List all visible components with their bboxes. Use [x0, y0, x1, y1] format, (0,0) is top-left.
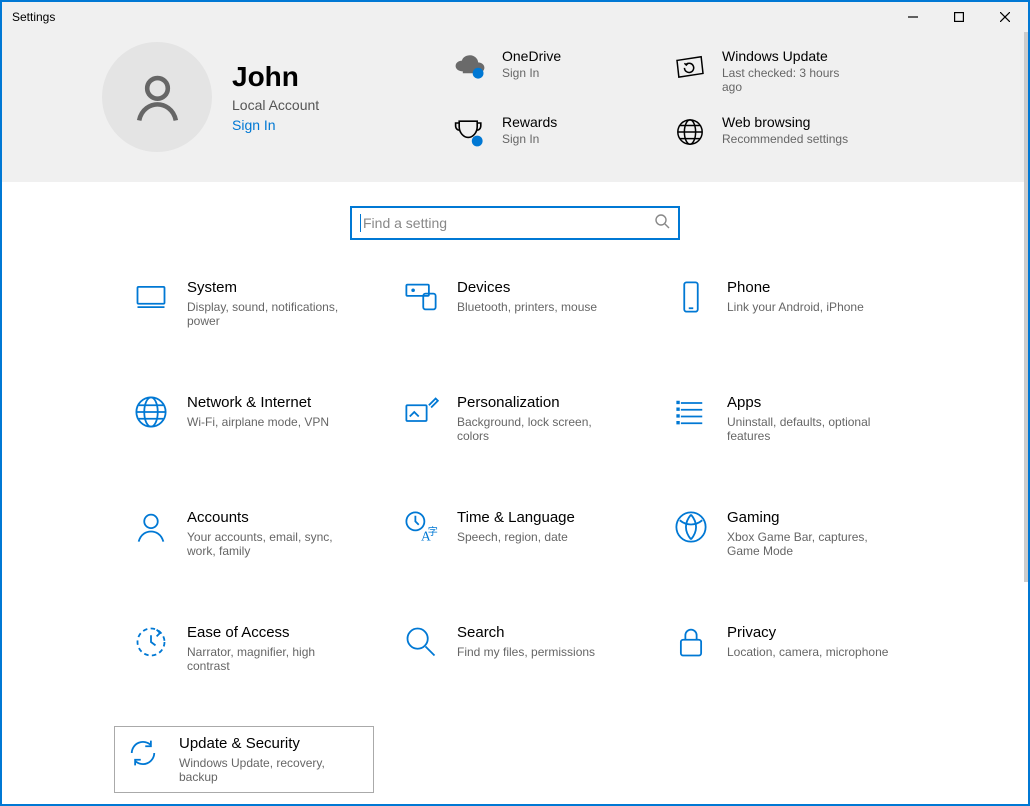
- category-personalization[interactable]: Personalization Background, lock screen,…: [392, 385, 642, 452]
- globe-icon: [133, 394, 169, 430]
- category-sub: Location, camera, microphone: [727, 645, 888, 659]
- avatar: [102, 42, 212, 152]
- user-name: John: [232, 61, 319, 93]
- privacy-icon: [673, 624, 709, 660]
- category-sub: Background, lock screen, colors: [457, 415, 627, 443]
- category-title: System: [187, 279, 357, 296]
- time-language-icon: A字: [403, 509, 439, 545]
- caret: [360, 214, 361, 232]
- category-sub: Display, sound, notifications, power: [187, 300, 357, 328]
- category-title: Ease of Access: [187, 624, 357, 641]
- titlebar: Settings: [2, 2, 1028, 32]
- globe-icon: [672, 114, 708, 150]
- header-tile-windows-update[interactable]: Windows Update Last checked: 3 hours ago: [672, 48, 882, 94]
- category-title: Accounts: [187, 509, 357, 526]
- category-phone[interactable]: Phone Link your Android, iPhone: [662, 270, 912, 337]
- category-title: Time & Language: [457, 509, 575, 526]
- category-title: Gaming: [727, 509, 897, 526]
- tile-sub: Sign In: [502, 132, 557, 146]
- category-sub: Find my files, permissions: [457, 645, 595, 659]
- tile-title: Rewards: [502, 114, 557, 130]
- search-icon: [654, 213, 670, 234]
- category-title: Update & Security: [179, 735, 349, 752]
- category-network[interactable]: Network & Internet Wi-Fi, airplane mode,…: [122, 385, 372, 452]
- personalization-icon: [403, 394, 439, 430]
- accounts-icon: [133, 509, 169, 545]
- close-button[interactable]: [982, 2, 1028, 32]
- category-time-language[interactable]: A字 Time & Language Speech, region, date: [392, 500, 642, 567]
- rewards-icon: [452, 114, 488, 150]
- category-title: Search: [457, 624, 595, 641]
- category-sub: Speech, region, date: [457, 530, 575, 544]
- search-box[interactable]: [350, 206, 680, 240]
- category-sub: Xbox Game Bar, captures, Game Mode: [727, 530, 897, 558]
- category-apps[interactable]: Apps Uninstall, defaults, optional featu…: [662, 385, 912, 452]
- category-ease-of-access[interactable]: Ease of Access Narrator, magnifier, high…: [122, 615, 372, 682]
- tile-sub: Sign In: [502, 66, 561, 80]
- sign-in-link[interactable]: Sign In: [232, 117, 319, 133]
- header-tile-rewards[interactable]: Rewards Sign In: [452, 114, 662, 150]
- header-tile-onedrive[interactable]: OneDrive Sign In: [452, 48, 662, 94]
- maximize-button[interactable]: [936, 2, 982, 32]
- minimize-button[interactable]: [890, 2, 936, 32]
- svg-text:字: 字: [428, 525, 438, 538]
- search-icon: [403, 624, 439, 660]
- category-title: Privacy: [727, 624, 888, 641]
- scrollbar[interactable]: [1014, 32, 1028, 804]
- category-sub: Uninstall, defaults, optional features: [727, 415, 897, 443]
- header: John Local Account Sign In OneDrive Sign…: [2, 32, 1028, 182]
- category-sub: Narrator, magnifier, high contrast: [187, 645, 357, 673]
- category-title: Personalization: [457, 394, 627, 411]
- tile-title: Windows Update: [722, 48, 862, 64]
- tile-sub: Last checked: 3 hours ago: [722, 66, 862, 94]
- update-icon: [125, 735, 161, 771]
- ease-of-access-icon: [133, 624, 169, 660]
- tile-sub: Recommended settings: [722, 132, 848, 146]
- category-accounts[interactable]: Accounts Your accounts, email, sync, wor…: [122, 500, 372, 567]
- user-block[interactable]: John Local Account Sign In: [42, 42, 422, 152]
- category-sub: Wi-Fi, airplane mode, VPN: [187, 415, 329, 429]
- phone-icon: [673, 279, 709, 315]
- window-title: Settings: [12, 10, 890, 24]
- category-sub: Link your Android, iPhone: [727, 300, 864, 314]
- category-system[interactable]: System Display, sound, notifications, po…: [122, 270, 372, 337]
- account-type: Local Account: [232, 97, 319, 113]
- categories-grid: System Display, sound, notifications, po…: [2, 270, 1028, 682]
- category-search[interactable]: Search Find my files, permissions: [392, 615, 642, 682]
- gaming-icon: [673, 509, 709, 545]
- scrollbar-thumb[interactable]: [1024, 32, 1028, 582]
- category-update-security[interactable]: Update & Security Windows Update, recove…: [114, 726, 374, 793]
- category-title: Network & Internet: [187, 394, 329, 411]
- category-devices[interactable]: Devices Bluetooth, printers, mouse: [392, 270, 642, 337]
- category-sub: Windows Update, recovery, backup: [179, 756, 349, 784]
- category-gaming[interactable]: Gaming Xbox Game Bar, captures, Game Mod…: [662, 500, 912, 567]
- category-title: Apps: [727, 394, 897, 411]
- category-privacy[interactable]: Privacy Location, camera, microphone: [662, 615, 912, 682]
- category-sub: Your accounts, email, sync, work, family: [187, 530, 357, 558]
- header-tile-web-browsing[interactable]: Web browsing Recommended settings: [672, 114, 882, 150]
- apps-icon: [673, 394, 709, 430]
- category-title: Phone: [727, 279, 864, 296]
- sync-icon: [672, 48, 708, 84]
- devices-icon: [403, 279, 439, 315]
- onedrive-icon: [452, 48, 488, 84]
- search-input[interactable]: [363, 215, 654, 231]
- category-title: Devices: [457, 279, 597, 296]
- tile-title: OneDrive: [502, 48, 561, 64]
- tile-title: Web browsing: [722, 114, 848, 130]
- category-sub: Bluetooth, printers, mouse: [457, 300, 597, 314]
- system-icon: [133, 279, 169, 315]
